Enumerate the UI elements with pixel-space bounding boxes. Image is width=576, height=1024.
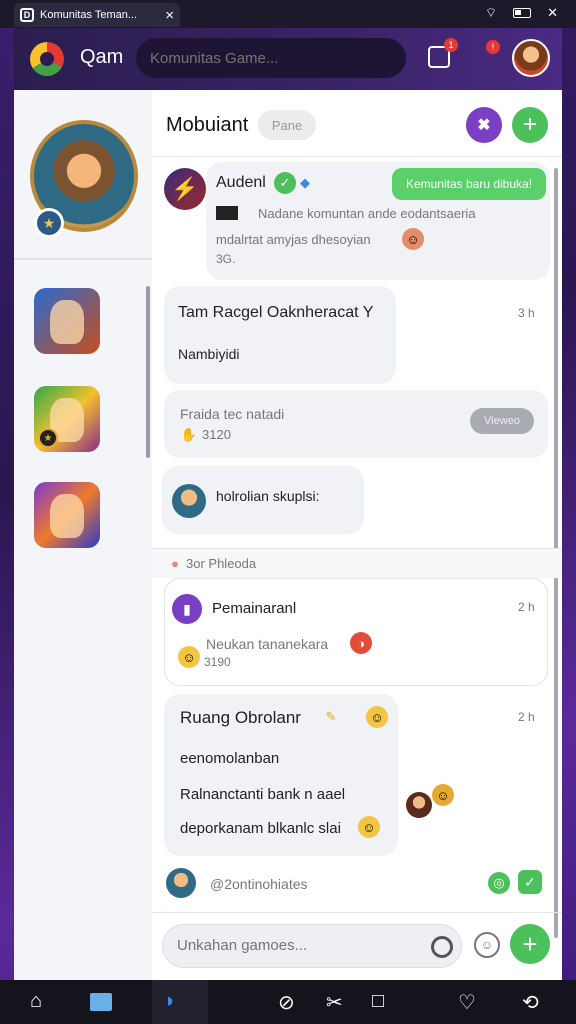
post-count: 3120 bbox=[202, 427, 231, 442]
view-button[interactable]: Vieweo bbox=[470, 408, 534, 434]
window-status-icons: ⌔ ✕ bbox=[485, 5, 558, 21]
user-avatar[interactable] bbox=[512, 39, 550, 77]
online-icon[interactable]: ◎ bbox=[488, 872, 510, 894]
group-icon: ▮ bbox=[172, 594, 202, 624]
post-title: Ruang Obrolanr bbox=[180, 708, 301, 727]
composer-divider bbox=[152, 912, 562, 913]
coin-icon: ✋ bbox=[180, 427, 198, 442]
star-badge-icon: ★ bbox=[38, 428, 58, 448]
game-tile-3[interactable] bbox=[34, 482, 100, 548]
section-title: 3or Phleoda bbox=[186, 556, 257, 571]
footer-handle: @2ontinohiates bbox=[210, 876, 308, 892]
taskbar: ⌂ ◗ ⊘ ✂ □ ♡ ⟲ bbox=[0, 980, 576, 1024]
settings-button[interactable]: ✖ bbox=[466, 107, 502, 143]
tab-favicon-icon: D bbox=[20, 8, 34, 22]
panel-divider bbox=[152, 156, 562, 157]
post-line: Neukan tananekara bbox=[206, 636, 329, 652]
emoji-picker-icon[interactable]: ☺ bbox=[474, 932, 500, 958]
flag-icon bbox=[216, 206, 238, 220]
compass-icon[interactable]: ⊘ bbox=[278, 990, 295, 1015]
post-title: Tam Racgel Oaknheracat Y bbox=[178, 304, 374, 321]
add-button[interactable]: + bbox=[512, 107, 548, 143]
app-logo-icon[interactable] bbox=[30, 42, 64, 76]
app-header: Qam 1 ! bbox=[14, 28, 562, 90]
post-author: Audenl bbox=[216, 174, 266, 191]
panel-title: Mobuiant bbox=[166, 114, 249, 136]
post-time: 3 h bbox=[518, 306, 535, 320]
post-line: mdalrtat amyjas dhesoyian bbox=[216, 232, 371, 247]
reactor-avatar[interactable] bbox=[406, 792, 432, 818]
battery-icon bbox=[513, 8, 532, 18]
post-title: Pemainaranl bbox=[212, 600, 297, 617]
browser-tab-bar: D Komunitas Teman... × ⌔ ✕ bbox=[0, 0, 576, 28]
tab-title: Komunitas Teman... bbox=[40, 9, 138, 21]
verified-icon: ✓ bbox=[274, 172, 296, 194]
send-button[interactable]: + bbox=[510, 924, 550, 964]
post-card[interactable] bbox=[164, 286, 396, 384]
user-avatar bbox=[166, 868, 196, 898]
post-title: Fraida tec natadi bbox=[180, 406, 285, 422]
message-composer[interactable] bbox=[162, 924, 462, 968]
search-bar[interactable] bbox=[136, 38, 406, 78]
browser-icon[interactable]: ◗ bbox=[164, 990, 176, 1013]
active-app-indicator bbox=[152, 980, 208, 1024]
check-icon[interactable]: ✓ bbox=[518, 870, 542, 894]
search-input[interactable] bbox=[150, 49, 390, 67]
chat-panel: Mobuiant Pane ✖ + ⚡ Audenl ✓ ◆ Kemunitas… bbox=[152, 90, 562, 980]
browser-tab[interactable]: D Komunitas Teman... × bbox=[14, 3, 180, 27]
rank-badge-icon: ★ bbox=[34, 208, 64, 238]
wifi-icon: ⌔ bbox=[484, 5, 498, 20]
app-name: Qam bbox=[80, 46, 124, 68]
tools-icon[interactable]: ✂ bbox=[326, 990, 343, 1015]
watermelon-emoji-icon: ◑ bbox=[350, 632, 372, 654]
message-input[interactable] bbox=[177, 937, 417, 954]
sidebar: ★ ★ bbox=[14, 90, 152, 980]
post-line: eenomolanban bbox=[180, 750, 280, 767]
square-icon[interactable]: □ bbox=[372, 990, 384, 1013]
tab-close-icon[interactable]: × bbox=[165, 7, 174, 24]
post-line: Nadane komuntan ande eodantsaeria bbox=[258, 206, 476, 221]
sidebar-divider bbox=[14, 258, 152, 260]
emoji-icon: ● bbox=[171, 555, 179, 571]
post-line: 3G. bbox=[216, 252, 236, 266]
character-icon bbox=[50, 494, 84, 538]
notifications-icon[interactable]: 1 bbox=[428, 38, 458, 68]
game-tile-2[interactable]: ★ bbox=[34, 386, 100, 452]
game-tile-1[interactable] bbox=[34, 288, 100, 354]
post-sub: Nambiyidi bbox=[178, 346, 240, 362]
filter-pill[interactable]: Pane bbox=[258, 110, 316, 140]
post-title: holrolian skuplsi: bbox=[216, 488, 320, 504]
user-avatar bbox=[172, 484, 206, 518]
wink-emoji-icon: ☺ bbox=[366, 706, 388, 728]
reaction-emoji-icon[interactable]: ☺ bbox=[432, 784, 454, 806]
face-emoji-icon: ☺ bbox=[402, 228, 424, 250]
alert-badge[interactable]: ! bbox=[486, 40, 500, 54]
pencil-icon: ✎ bbox=[325, 709, 337, 724]
files-icon[interactable] bbox=[90, 993, 112, 1011]
post-time: 2 h bbox=[518, 710, 535, 724]
post-line: deporkanam blkanlc slai bbox=[180, 820, 341, 837]
post-line: Ralnanctanti bank n aael bbox=[180, 786, 346, 803]
close-window-icon[interactable]: ✕ bbox=[547, 5, 558, 21]
sidebar-scrollbar[interactable] bbox=[146, 286, 150, 458]
home-icon[interactable]: ⌂ bbox=[30, 990, 42, 1013]
character-icon bbox=[50, 300, 84, 344]
post-time: 2 h bbox=[518, 600, 535, 614]
heart-icon[interactable]: ♡ bbox=[458, 990, 476, 1015]
camera-icon[interactable] bbox=[431, 936, 453, 958]
notification-badge: 1 bbox=[444, 38, 458, 52]
smile-emoji-icon: ☺ bbox=[178, 646, 200, 668]
emoji-icon: ☺ bbox=[358, 816, 380, 838]
lightning-avatar-icon: ⚡ bbox=[164, 168, 206, 210]
post-count: 3190 bbox=[204, 655, 231, 669]
rotate-icon[interactable]: ⟲ bbox=[522, 990, 539, 1015]
announcement-badge[interactable]: Kemunitas baru dibuka! bbox=[392, 168, 546, 200]
diamond-icon: ◆ bbox=[300, 175, 310, 190]
